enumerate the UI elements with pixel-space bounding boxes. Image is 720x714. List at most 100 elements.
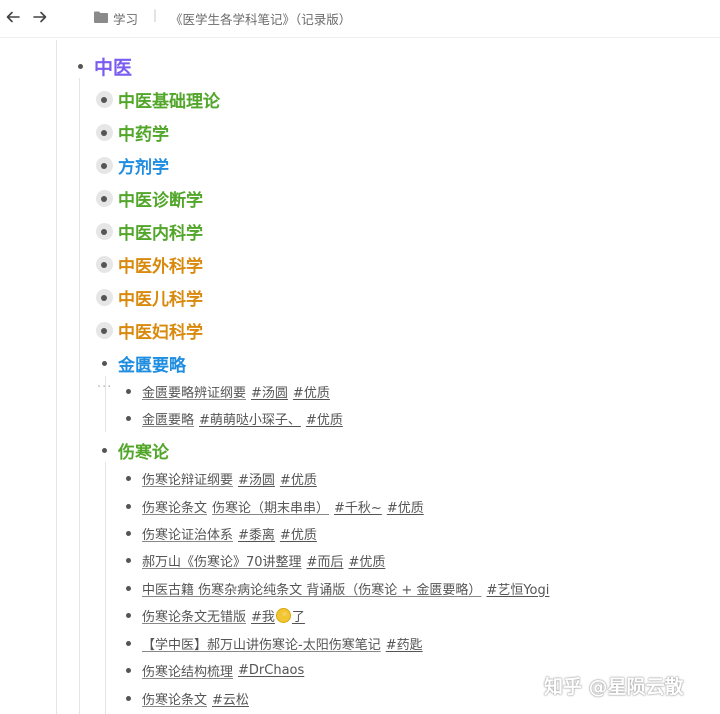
collapsed-bullet[interactable]: [94, 123, 114, 143]
collapsed-bullet[interactable]: [94, 222, 114, 242]
bullet[interactable]: [118, 523, 138, 543]
folder-icon: [94, 11, 108, 23]
list-item[interactable]: 伤寒论结构梳理 #DrChaos: [118, 660, 304, 680]
tag-text: #我: [251, 609, 275, 625]
tag-text: 了: [291, 609, 305, 625]
bullet[interactable]: [118, 633, 138, 653]
list-item[interactable]: 伤寒论条文 伤寒论（期末串串） #千秋~ #优质: [118, 496, 424, 516]
root-title: 中医: [94, 57, 133, 79]
item-link[interactable]: 伤寒论证治体系: [142, 524, 233, 543]
bullet[interactable]: [70, 57, 90, 77]
collapsed-bullet[interactable]: [94, 288, 114, 308]
item-link[interactable]: 伤寒论结构梳理: [142, 661, 233, 680]
indent-guide: [79, 78, 80, 714]
tag[interactable]: #千秋~: [334, 497, 382, 516]
emoji-icon: [275, 607, 291, 623]
bullet[interactable]: [118, 550, 138, 570]
bullet[interactable]: [94, 441, 114, 461]
section-item[interactable]: 中药学: [94, 120, 169, 145]
outline-root[interactable]: 中医: [70, 53, 132, 80]
section-label: 中医内科学: [118, 224, 203, 244]
indent-guide: [105, 462, 106, 714]
watermark: 知乎 @星陨云散: [544, 676, 684, 698]
section-item[interactable]: 中医诊断学: [94, 186, 203, 211]
section-item[interactable]: 中医儿科学: [94, 285, 203, 310]
list-item[interactable]: 【学中医】郝万山讲伤寒论-太阳伤寒笔记 #药匙: [118, 633, 423, 653]
item-link[interactable]: 【学中医】郝万山讲伤寒论-太阳伤寒笔记: [142, 634, 381, 653]
item-link[interactable]: 伤寒论（期末串串）: [212, 497, 329, 516]
section-label: 方剂学: [118, 158, 169, 178]
tag[interactable]: #云松: [212, 689, 249, 708]
section-label: 中医儿科学: [118, 290, 203, 310]
bullet[interactable]: [94, 354, 114, 374]
section-item[interactable]: 方剂学: [94, 153, 169, 178]
list-item[interactable]: 金匮要略辨证纲要 #汤圆 #优质: [118, 381, 330, 401]
tag[interactable]: #而后: [307, 551, 344, 570]
breadcrumb-current[interactable]: 《医学生各学科笔记》（记录版）: [170, 9, 351, 28]
bullet[interactable]: [118, 578, 138, 598]
collapsed-bullet[interactable]: [94, 321, 114, 341]
section-item-jingui[interactable]: 金匮要略: [94, 351, 186, 376]
section-item[interactable]: 中医内科学: [94, 219, 203, 244]
section-label: 中医基础理论: [118, 92, 220, 112]
bullet[interactable]: [118, 605, 138, 625]
tag[interactable]: #优质: [280, 524, 317, 543]
arrow-right-icon: [33, 11, 47, 23]
collapsed-bullet[interactable]: [94, 255, 114, 275]
arrow-left-icon: [6, 11, 20, 23]
more-options-icon[interactable]: ···: [97, 380, 112, 395]
list-item[interactable]: 伤寒论证治体系 #黍离 #优质: [118, 523, 317, 543]
tag[interactable]: #优质: [348, 551, 385, 570]
tag[interactable]: #我了: [251, 606, 305, 625]
item-link[interactable]: 伤寒论条文: [142, 497, 207, 516]
section-label: 中药学: [118, 125, 169, 145]
section-label: 中医外科学: [118, 257, 203, 277]
breadcrumb-separator: |: [153, 8, 158, 22]
collapsed-bullet[interactable]: [94, 156, 114, 176]
section-item[interactable]: 中医妇科学: [94, 318, 203, 343]
tag[interactable]: #优质: [280, 469, 317, 488]
tag[interactable]: #汤圆: [251, 382, 288, 401]
item-link[interactable]: 伤寒论条文无错版: [142, 606, 246, 625]
section-label: 伤寒论: [118, 443, 169, 463]
item-link[interactable]: 金匮要略辨证纲要: [142, 382, 246, 401]
list-item[interactable]: 伤寒论辩证纲要 #汤圆 #优质: [118, 468, 317, 488]
tag[interactable]: #汤圆: [238, 469, 275, 488]
item-link[interactable]: 金匮要略: [142, 409, 194, 428]
bullet[interactable]: [118, 660, 138, 680]
bullet[interactable]: [118, 688, 138, 708]
back-button[interactable]: [2, 6, 24, 28]
tag[interactable]: #药匙: [386, 634, 423, 653]
item-link[interactable]: 中医古籍 伤寒杂病论纯条文 背诵版（伤寒论 + 金匮要略）: [142, 579, 481, 598]
forward-button[interactable]: [29, 6, 51, 28]
collapsed-bullet[interactable]: [94, 90, 114, 110]
bullet[interactable]: [118, 408, 138, 428]
tag[interactable]: #黍离: [238, 524, 275, 543]
indent-guide: [56, 40, 57, 714]
section-item[interactable]: 中医外科学: [94, 252, 203, 277]
item-link[interactable]: 郝万山《伤寒论》70讲整理: [142, 551, 302, 570]
bullet[interactable]: [118, 381, 138, 401]
item-link[interactable]: 伤寒论条文: [142, 689, 207, 708]
breadcrumb-parent[interactable]: 学习: [113, 9, 138, 28]
tag[interactable]: #艺恒Yogi: [486, 579, 549, 598]
item-link[interactable]: 伤寒论辩证纲要: [142, 469, 233, 488]
section-label: 中医诊断学: [118, 191, 203, 211]
section-item[interactable]: 中医基础理论: [94, 87, 220, 112]
collapsed-bullet[interactable]: [94, 189, 114, 209]
section-label: 金匮要略: [118, 356, 186, 376]
tag[interactable]: #萌萌哒小琛子、: [199, 409, 301, 428]
list-item[interactable]: 中医古籍 伤寒杂病论纯条文 背诵版（伤寒论 + 金匮要略） #艺恒Yogi: [118, 578, 549, 598]
tag[interactable]: #优质: [387, 497, 424, 516]
section-label: 中医妇科学: [118, 323, 203, 343]
tag[interactable]: #优质: [306, 409, 343, 428]
tag[interactable]: #优质: [293, 382, 330, 401]
tag[interactable]: #DrChaos: [238, 663, 304, 678]
list-item[interactable]: 伤寒论条文 #云松: [118, 688, 249, 708]
list-item[interactable]: 郝万山《伤寒论》70讲整理 #而后 #优质: [118, 550, 385, 570]
bullet[interactable]: [118, 496, 138, 516]
list-item[interactable]: 金匮要略 #萌萌哒小琛子、 #优质: [118, 408, 343, 428]
bullet[interactable]: [118, 468, 138, 488]
list-item[interactable]: 伤寒论条文无错版 #我了: [118, 605, 305, 625]
section-item-shanghan[interactable]: 伤寒论: [94, 438, 169, 463]
